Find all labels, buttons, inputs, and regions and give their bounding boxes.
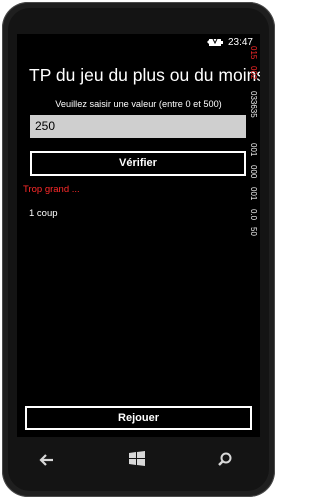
page-title: TP du jeu du plus ou du moins xyxy=(29,65,260,85)
counter-2: 002 xyxy=(249,66,258,80)
counter-3: 033635 xyxy=(249,91,258,118)
guess-input[interactable] xyxy=(30,115,246,138)
counter-7: 0.0 xyxy=(249,209,258,221)
back-arrow-icon[interactable] xyxy=(38,451,56,469)
attempt-count: 1 coup xyxy=(29,208,58,219)
counter-6: 001 xyxy=(249,187,258,201)
battery-icon xyxy=(207,38,223,46)
verify-button[interactable]: Vérifier xyxy=(30,151,246,176)
status-bar: 23:47 xyxy=(17,34,260,52)
replay-button[interactable]: Rejouer xyxy=(25,406,252,430)
result-message: Trop grand ... xyxy=(23,184,80,195)
windows-logo-icon[interactable] xyxy=(128,450,146,468)
input-prompt: Veuillez saisir une valeur (entre 0 et 5… xyxy=(55,99,222,109)
counter-8: 50 xyxy=(249,227,258,236)
counter-1: 015 xyxy=(249,46,258,60)
frame-rate-counters: 015 002 033635 001 000 001 0.0 50 xyxy=(246,46,260,276)
search-icon[interactable] xyxy=(216,451,234,469)
phone-screen: 23:47 TP du jeu du plus ou du moins Veui… xyxy=(17,34,260,437)
counter-5: 000 xyxy=(249,165,258,179)
counter-4: 001 xyxy=(249,143,258,157)
